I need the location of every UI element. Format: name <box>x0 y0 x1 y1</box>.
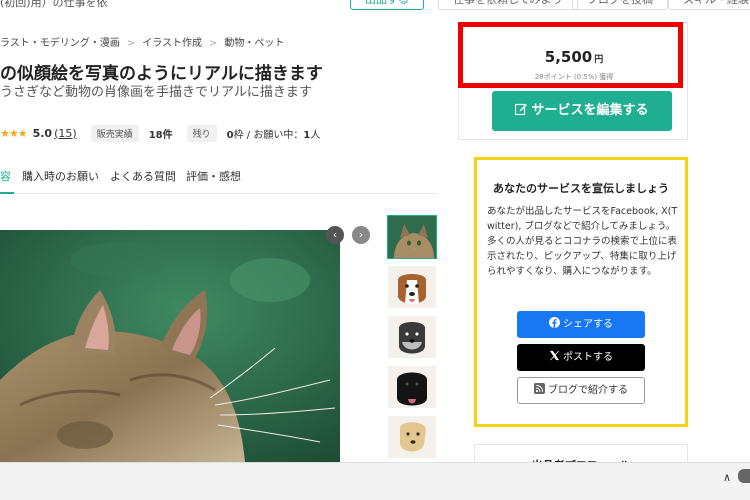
schnauzer-thumbnail-image <box>388 316 436 358</box>
active-tab-indicator <box>0 192 14 194</box>
sell-button[interactable]: 出品する <box>350 0 424 10</box>
rating-value: 5.0 <box>32 126 53 140</box>
skills-button[interactable]: スキル・経験を登 <box>668 0 750 10</box>
side-panel-handle[interactable] <box>738 469 750 483</box>
thumbnail-cat[interactable] <box>387 215 437 259</box>
chevron-right-icon[interactable]: › <box>352 226 370 244</box>
remaining-value: 0 <box>226 129 234 141</box>
post-blog-button[interactable]: ブログを投稿 <box>572 0 668 10</box>
x-post-label: ポストする <box>563 352 613 363</box>
service-subtitle: うさぎなど動物の肖像画を手描きでリアルに描きます <box>0 85 312 100</box>
rss-icon <box>534 383 545 394</box>
blog-share-label: ブログで紹介する <box>548 385 628 396</box>
x-post-button[interactable]: ポストする <box>517 344 645 371</box>
tab-purchase-notes[interactable]: 購入時のお願い <box>22 168 99 184</box>
tab-faq[interactable]: よくある質問 <box>110 168 176 184</box>
promo-paragraph: あなたが出品したサービスをFacebook, X(Twitter), ブログなど… <box>487 206 678 232</box>
chevron-up-icon[interactable]: ∧ <box>723 471 731 484</box>
thumbnail-beagle[interactable] <box>388 266 436 308</box>
facebook-share-label: シェアする <box>563 319 613 330</box>
yellow-lab-thumbnail-image <box>388 416 436 458</box>
black-lab-thumbnail-image <box>388 366 436 408</box>
cat-painting-image <box>0 230 340 462</box>
header-partial-text: (初回)用）の仕事を依 <box>0 0 108 9</box>
price-highlight-box <box>458 22 683 88</box>
breadcrumb-item[interactable]: ラスト・モデリング・漫画 <box>0 38 120 49</box>
top-header: (初回)用）の仕事を依 出品する 仕事を依頼してみよう ブログを投稿 スキル・経… <box>0 0 750 14</box>
request-work-button[interactable]: 仕事を依頼してみよう <box>438 0 578 10</box>
remaining-status: 0枠 / お願い中：1人 <box>227 126 321 141</box>
main-gallery-image[interactable] <box>0 230 340 462</box>
breadcrumb-item[interactable]: 動物・ペット <box>224 38 284 49</box>
sales-label: 販売実績 <box>90 124 139 142</box>
facebook-share-button[interactable]: シェアする <box>517 311 645 338</box>
service-stats: ★★★ 5.0 (15) 販売実績 18件 残り 0枠 / お願い中：1人 <box>0 124 320 142</box>
breadcrumb-separator: > <box>209 38 218 49</box>
facebook-icon <box>549 317 560 328</box>
blog-share-button[interactable]: ブログで紹介する <box>517 377 645 404</box>
star-rating-icon: ★★★ <box>0 126 28 140</box>
x-logo-icon <box>549 350 560 361</box>
promo-title: あなたのサービスを宣伝しましょう <box>493 182 669 195</box>
rating-count-link[interactable]: (15) <box>54 127 77 140</box>
thumbnail-schnauzer[interactable] <box>388 316 436 358</box>
promo-paragraph: 多くの人が見るとココナラの検索で上位に表示されたり、ピックアップ、特集に取り上げ… <box>487 236 678 277</box>
remaining-label: 残り <box>186 124 217 142</box>
cat-thumbnail-image <box>388 216 436 258</box>
edit-service-button[interactable]: サービスを編集する <box>492 91 672 131</box>
promote-service-panel: あなたのサービスを宣伝しましょう あなたが出品したサービスをFacebook, … <box>474 157 688 427</box>
browser-bottom-bar: ∧ <box>0 462 750 500</box>
edit-service-label: サービスを編集する <box>531 103 649 118</box>
edit-icon <box>515 103 528 115</box>
tab-reviews[interactable]: 評価・感想 <box>186 168 241 184</box>
thumbnail-yellow-lab[interactable] <box>388 416 436 458</box>
breadcrumb-separator: > <box>126 38 136 49</box>
requesting-suffix: 人 <box>310 129 321 141</box>
chevron-left-icon[interactable]: ‹ <box>326 226 344 244</box>
remaining-suffix: 枠 / お願い中： <box>233 129 304 141</box>
breadcrumb-item[interactable]: イラスト作成 <box>142 38 202 49</box>
thumbnail-black-lab[interactable] <box>388 366 436 408</box>
beagle-thumbnail-image <box>388 266 436 308</box>
promo-description: あなたが出品したサービスをFacebook, X(Twitter), ブログなど… <box>487 204 679 279</box>
tab-content[interactable]: 容 <box>0 168 11 184</box>
sales-value: 18件 <box>148 129 173 141</box>
content-tabs: 容 購入時のお願い よくある質問 評価・感想 <box>0 160 437 194</box>
breadcrumb: ラスト・モデリング・漫画 > イラスト作成 > 動物・ペット <box>0 34 284 49</box>
